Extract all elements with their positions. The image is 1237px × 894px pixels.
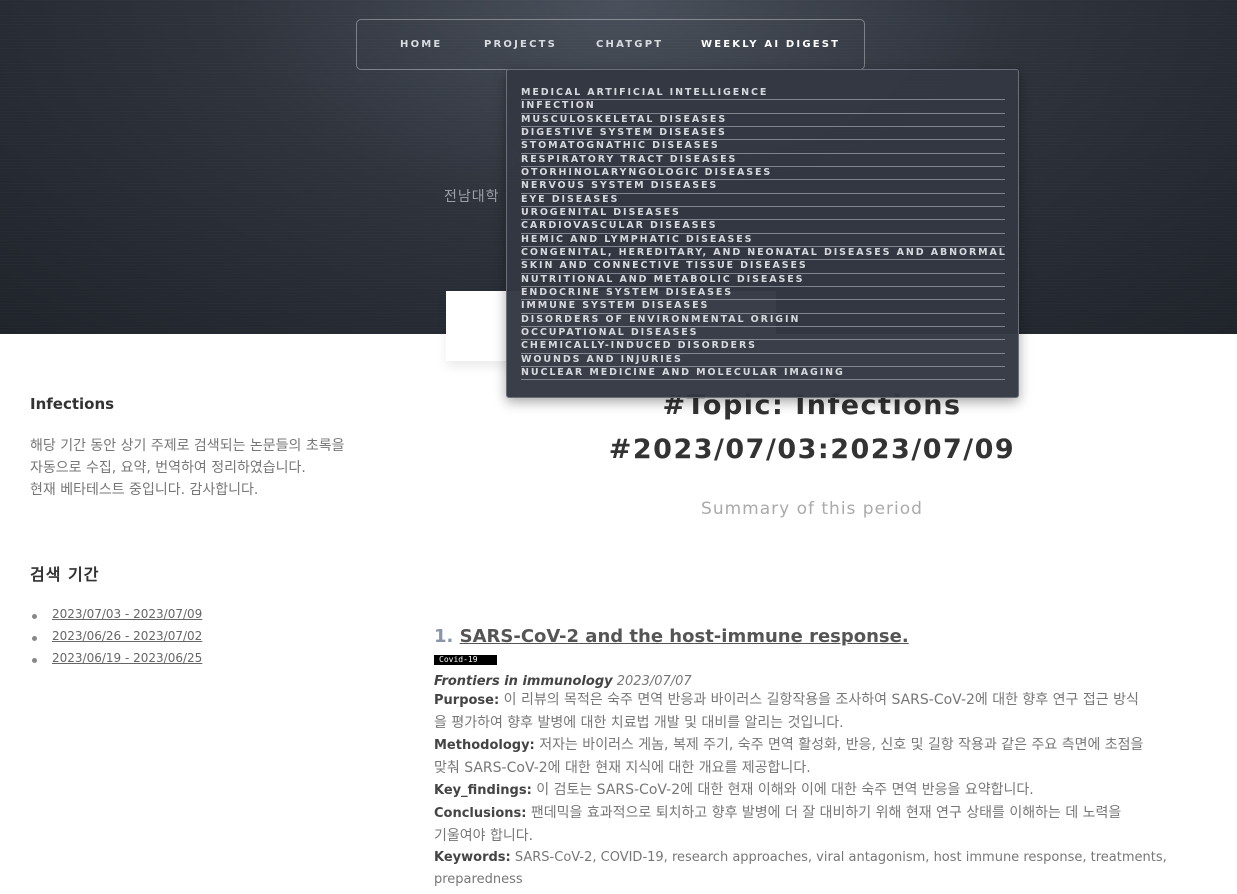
keywords-label: Keywords: [434,850,511,865]
hero-subtitle: 전남대학 [444,189,500,205]
dropdown-item[interactable]: NUCLEAR MEDICINE AND MOLECULAR IMAGING [521,367,1005,381]
dropdown-item[interactable]: EYE DISEASES [521,194,1005,207]
key-findings-text: 이 검토는 SARS-CoV-2에 대한 현재 이해와 이에 대한 숙주 면역 … [536,782,1034,798]
dropdown-item[interactable]: UROGENITAL DISEASES [521,207,1005,221]
period-item: 2023/06/26 - 2023/07/02 [30,629,202,651]
description-line: 현재 베타테스트 중입니다. 감사합니다. [30,482,259,498]
dropdown-item[interactable]: OTORHINOLARYNGOLOGIC DISEASES [521,167,1005,181]
methodology-text: 맞춰 SARS-CoV-2에 대한 현재 지식에 대한 개요를 제공합니다. [434,760,811,776]
description-line: 해당 기간 동안 상기 주제로 검색되는 논문들의 초록을 [30,438,345,454]
article-number: 1. [434,626,454,647]
dropdown-item[interactable]: NERVOUS SYSTEM DISEASES [521,180,1005,194]
methodology-field: Methodology: 저자는 바이러스 게놈, 복제 주기, 숙주 면역 활… [434,734,1194,779]
period-item: 2023/06/19 - 2023/06/25 [30,651,202,673]
dropdown-item[interactable]: STOMATOGNATHIC DISEASES [521,140,1005,154]
dropdown-item[interactable]: NUTRITIONAL AND METABOLIC DISEASES [521,274,1005,287]
purpose-label: Purpose: [434,693,500,708]
nav-home[interactable]: HOME [400,39,442,50]
dropdown-item[interactable]: IMMUNE SYSTEM DISEASES [521,300,1005,314]
date-range-heading: #2023/07/03:2023/07/09 [608,434,1016,465]
conclusions-label: Conclusions: [434,806,527,821]
key-findings-field: Key_findings: 이 검토는 SARS-CoV-2에 대한 현재 이해… [434,779,1194,802]
keywords-text: preparedness [434,872,523,887]
dropdown-item[interactable]: WOUNDS AND INJURIES [521,354,1005,367]
period-link[interactable]: 2023/06/19 - 2023/06/25 [52,651,202,665]
dropdown-item[interactable]: SKIN AND CONNECTIVE TISSUE DISEASES [521,260,1005,274]
main-nav: HOME PROJECTS CHATGPT WEEKLY AI DIGEST [356,19,865,70]
weekly-digest-dropdown: MEDICAL ARTIFICIAL INTELLIGENCE INFECTIO… [506,69,1019,398]
sidebar-title: Infections [30,395,115,413]
dropdown-item[interactable]: CARDIOVASCULAR DISEASES [521,220,1005,234]
dropdown-item[interactable]: CONGENITAL, HEREDITARY, AND NEONATAL DIS… [521,247,1005,261]
journal-name: Frontiers in immunology [434,674,613,689]
methodology-label: Methodology: [434,738,535,753]
key-findings-label: Key_findings: [434,783,532,798]
sidebar: Infections 해당 기간 동안 상기 주제로 검색되는 논문들의 초록을… [30,395,400,665]
keywords-text: SARS-CoV-2, COVID-19, research approache… [514,850,1167,865]
dropdown-item[interactable]: RESPIRATORY TRACT DISEASES [521,154,1005,167]
nav-projects[interactable]: PROJECTS [484,39,557,50]
period-item: 2023/07/03 - 2023/07/09 [30,607,202,629]
topic-badge: Covid-19 [434,655,497,665]
dropdown-item[interactable]: DIGESTIVE SYSTEM DISEASES [521,127,1005,141]
period-link[interactable]: 2023/06/26 - 2023/07/02 [52,629,202,643]
nav-chatgpt[interactable]: CHATGPT [596,39,663,50]
methodology-text: 저자는 바이러스 게놈, 복제 주기, 숙주 면역 활성화, 반응, 신호 및 … [539,737,1144,753]
period-link[interactable]: 2023/07/03 - 2023/07/09 [52,607,202,621]
dropdown-item[interactable]: MUSCULOSKELETAL DISEASES [521,114,1005,127]
dropdown-item[interactable]: HEMIC AND LYMPHATIC DISEASES [521,234,1005,247]
dropdown-item[interactable]: CHEMICALLY-INDUCED DISORDERS [521,340,1005,354]
summary-link[interactable]: Summary of this period [434,499,1190,519]
keywords-field: Keywords: SARS-CoV-2, COVID-19, research… [434,847,1194,891]
purpose-text: 을 평가하여 향후 발병에 대한 치료법 개발 및 대비를 알리는 것입니다. [434,715,844,731]
dropdown-menu: MEDICAL ARTIFICIAL INTELLIGENCE INFECTIO… [521,87,1005,381]
sidebar-description: 해당 기간 동안 상기 주제로 검색되는 논문들의 초록을 자동으로 수집, 요… [30,435,400,501]
article-card: 1. SARS-CoV-2 and the host-immune respon… [434,626,1194,891]
dropdown-item[interactable]: DISORDERS OF ENVIRONMENTAL ORIGIN [521,314,1005,327]
article-title: 1. SARS-CoV-2 and the host-immune respon… [434,626,1194,647]
period-title: 검색 기간 [30,565,100,584]
article-title-link[interactable]: SARS-CoV-2 and the host-immune response. [460,626,909,647]
description-line: 자동으로 수집, 요약, 번역하여 정리하였습니다. [30,460,306,476]
conclusions-field: Conclusions: 팬데믹을 효과적으로 퇴치하고 향후 발병에 더 잘 … [434,802,1194,847]
dropdown-item[interactable]: ENDOCRINE SYSTEM DISEASES [521,287,1005,301]
conclusions-text: 기울여야 합니다. [434,828,534,844]
dropdown-item[interactable]: INFECTION [521,100,1005,114]
journal-line: Frontiers in immunology 2023/07/07 [434,674,1194,689]
publish-date: 2023/07/07 [616,674,692,689]
dropdown-item[interactable]: MEDICAL ARTIFICIAL INTELLIGENCE [521,87,1005,101]
period-list: 2023/07/03 - 2023/07/09 2023/06/26 - 202… [30,607,202,673]
purpose-text: 이 리뷰의 목적은 숙주 면역 반응과 바이러스 길항작용을 조사하여 SARS… [503,692,1139,708]
nav-weekly-ai-digest[interactable]: WEEKLY AI DIGEST [701,39,840,50]
dropdown-item[interactable]: OCCUPATIONAL DISEASES [521,327,1005,341]
purpose-field: Purpose: 이 리뷰의 목적은 숙주 면역 반응과 바이러스 길항작용을 … [434,689,1194,734]
conclusions-text: 팬데믹을 효과적으로 퇴치하고 향후 발병에 더 잘 대비하기 위해 현재 연구… [530,805,1122,821]
